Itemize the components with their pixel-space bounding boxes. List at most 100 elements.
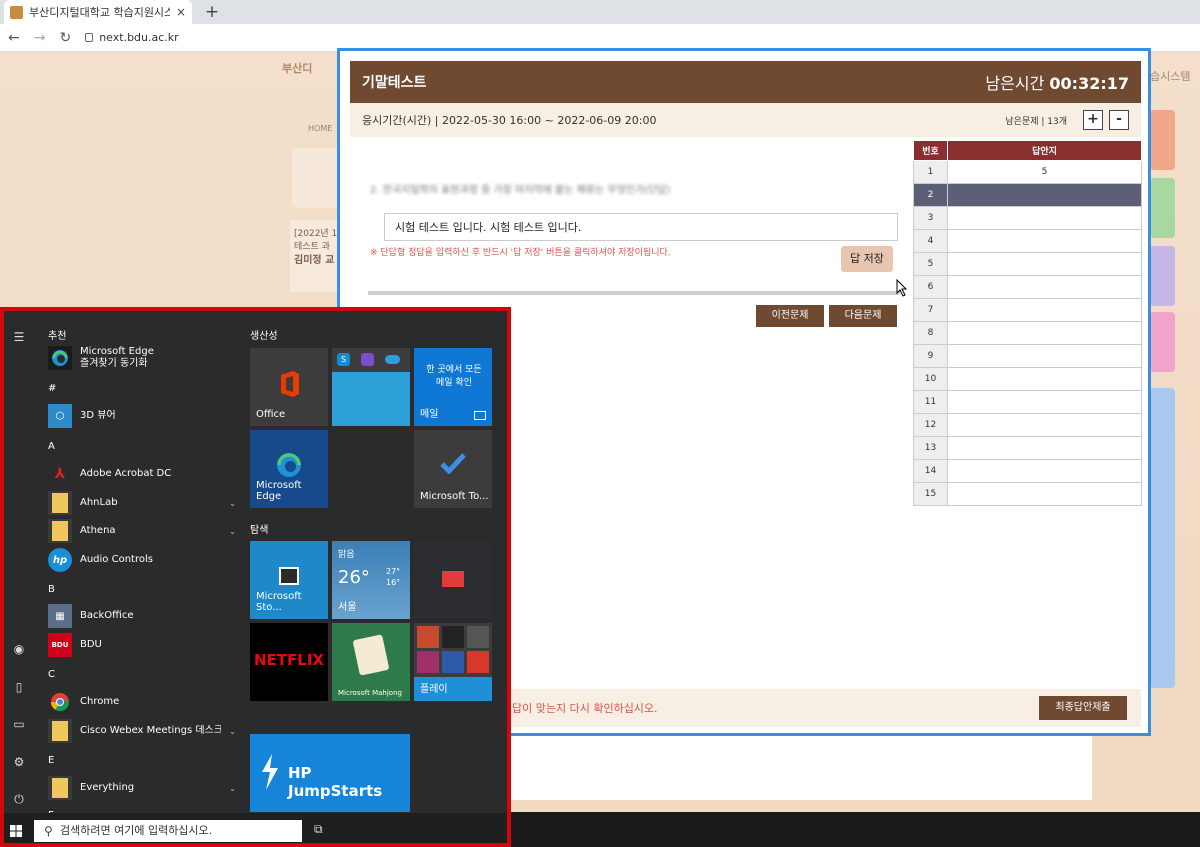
app-item-ahnlab[interactable]: AhnLab ⌄ [48, 490, 238, 516]
lock-icon [85, 33, 94, 42]
answer-row[interactable]: 5 [913, 252, 1142, 276]
answer-row-value [947, 321, 1142, 345]
app-item-chrome[interactable]: Chrome [48, 689, 238, 715]
power-icon[interactable]: ⏻ [11, 791, 27, 807]
prev-question-button[interactable]: 이전문제 [756, 305, 824, 327]
tile-office-apps[interactable]: S [332, 348, 410, 426]
site-logo[interactable]: 부산디 [282, 60, 342, 90]
chevron-down-icon[interactable]: ⌄ [229, 727, 236, 736]
tile-play[interactable]: 플레이 [414, 623, 492, 701]
search-icon: ⚲ [44, 824, 53, 838]
app-item-backoffice[interactable]: ▦ BackOffice [48, 603, 238, 629]
next-question-button[interactable]: 다음문제 [829, 305, 897, 327]
user-icon[interactable]: ◉ [11, 641, 27, 657]
side-menu-tile[interactable] [1150, 178, 1175, 238]
mail-icon [474, 411, 486, 420]
taskbar-search-input[interactable]: 검색하려면 여기에 입력하십시오. [34, 820, 302, 842]
app-item-everything[interactable]: Everything ⌄ [48, 775, 238, 801]
final-submit-button[interactable]: 최종답안제출 [1039, 696, 1127, 720]
answer-row-value [947, 344, 1142, 368]
answer-row[interactable]: 15 [913, 160, 1142, 184]
tile-weather[interactable]: 맑음 26° 27° 16° 서울 [332, 541, 410, 619]
app-item-bdu[interactable]: BDU BDU [48, 632, 238, 658]
app-item-webex[interactable]: Cisco Webex Meetings 데스크... ⌄ [48, 718, 238, 744]
back-icon[interactable]: ← [8, 30, 20, 46]
app-item-3d-viewer[interactable]: ⬡ 3D 뷰어 [48, 403, 238, 429]
section-header: E [48, 755, 55, 766]
background-notice[interactable]: [2022년 1 테스트 과 김미정 교 [290, 220, 342, 292]
new-tab-button[interactable]: + [202, 2, 222, 22]
hamburger-icon[interactable]: ☰ [11, 329, 27, 345]
col-answer-header: 답안지 [947, 140, 1142, 161]
answer-row[interactable]: 2 [913, 183, 1142, 207]
settings-gear-icon[interactable]: ⚙ [11, 754, 27, 770]
side-menu-panel[interactable] [1150, 388, 1175, 688]
side-menu-tile[interactable] [1150, 246, 1175, 306]
answer-row[interactable]: 6 [913, 275, 1142, 299]
tile-edge[interactable]: Microsoft Edge [250, 430, 328, 508]
answer-row[interactable]: 13 [913, 436, 1142, 460]
section-header: C [48, 669, 55, 680]
folder-icon [48, 519, 72, 543]
notice-line: 김미정 교 [294, 255, 335, 266]
onedrive-icon [385, 355, 400, 364]
app-item-acrobat[interactable]: ⅄ Adobe Acrobat DC [48, 461, 238, 487]
answer-input[interactable]: 시험 테스트 입니다. 시험 테스트 입니다. [384, 213, 898, 241]
app-item-edge-sync[interactable]: Microsoft Edge 즐겨찾기 동기화 [48, 345, 238, 371]
section-header: # [48, 383, 57, 394]
store-bag-icon [279, 567, 299, 585]
answer-row[interactable]: 14 [913, 459, 1142, 483]
answer-row-number: 9 [913, 344, 948, 368]
answer-row[interactable]: 12 [913, 413, 1142, 437]
forward-icon[interactable]: → [34, 30, 46, 46]
reload-icon[interactable]: ↻ [59, 30, 71, 46]
windows-start-icon[interactable] [10, 825, 22, 837]
tab-title: 부산디지털대학교 학습지원시스 [29, 6, 170, 19]
task-view-icon[interactable]: ⧉ [314, 822, 330, 838]
tile-mail[interactable]: 한 곳에서 모든 메일 확인 메일 [414, 348, 492, 426]
browser-tab[interactable]: 부산디지털대학교 학습지원시스 × [4, 0, 192, 24]
app-name: BackOffice [80, 610, 134, 621]
tile-store[interactable]: Microsoft Sto... [250, 541, 328, 619]
scroll-bar[interactable] [368, 291, 900, 295]
teams-icon [361, 353, 374, 366]
tile-todo[interactable]: Microsoft To... [414, 430, 492, 508]
answer-row[interactable]: 9 [913, 344, 1142, 368]
weather-low: 16° [386, 578, 401, 587]
tile-news[interactable] [414, 541, 492, 619]
document-icon[interactable]: ▯ [11, 679, 27, 695]
pictures-icon[interactable]: ▭ [11, 716, 27, 732]
answer-row-number: 2 [913, 183, 948, 207]
answer-row-value [947, 413, 1142, 437]
tile-mahjong[interactable]: Microsoft Mahjong [332, 623, 410, 701]
chevron-down-icon[interactable]: ⌄ [229, 527, 236, 536]
save-answer-button[interactable]: 답 저장 [841, 246, 893, 272]
checkmark-icon [440, 453, 466, 474]
game-thumb [467, 651, 489, 673]
app-item-audio-controls[interactable]: hp Audio Controls [48, 547, 238, 573]
zoom-in-button[interactable]: + [1083, 110, 1103, 130]
zoom-out-button[interactable]: - [1109, 110, 1129, 130]
app-name: Cisco Webex Meetings 데스크... [80, 725, 222, 736]
url-field[interactable]: next.bdu.ac.kr [85, 31, 179, 44]
answer-row[interactable]: 8 [913, 321, 1142, 345]
tile-hp-jumpstarts[interactable]: HP JumpStarts [250, 734, 410, 812]
answer-row[interactable]: 7 [913, 298, 1142, 322]
answer-row[interactable]: 3 [913, 206, 1142, 230]
chevron-down-icon[interactable]: ⌄ [229, 499, 236, 508]
tab-close-icon[interactable]: × [176, 5, 186, 19]
side-menu-tile[interactable] [1150, 110, 1175, 170]
answer-row[interactable]: 11 [913, 390, 1142, 414]
side-menu-tile[interactable] [1150, 312, 1175, 372]
home-link[interactable]: HOME [308, 124, 332, 133]
tile-office[interactable]: Office [250, 348, 328, 426]
app-item-athena[interactable]: Athena ⌄ [48, 518, 238, 544]
tile-netflix[interactable]: NETFLIX [250, 623, 328, 701]
answer-row[interactable]: 4 [913, 229, 1142, 253]
answer-row[interactable]: 10 [913, 367, 1142, 391]
app-name: Chrome [80, 696, 120, 707]
answer-row-value [947, 298, 1142, 322]
chevron-down-icon[interactable]: ⌄ [229, 784, 236, 793]
answer-row[interactable]: 15 [913, 482, 1142, 506]
answer-row-value [947, 229, 1142, 253]
